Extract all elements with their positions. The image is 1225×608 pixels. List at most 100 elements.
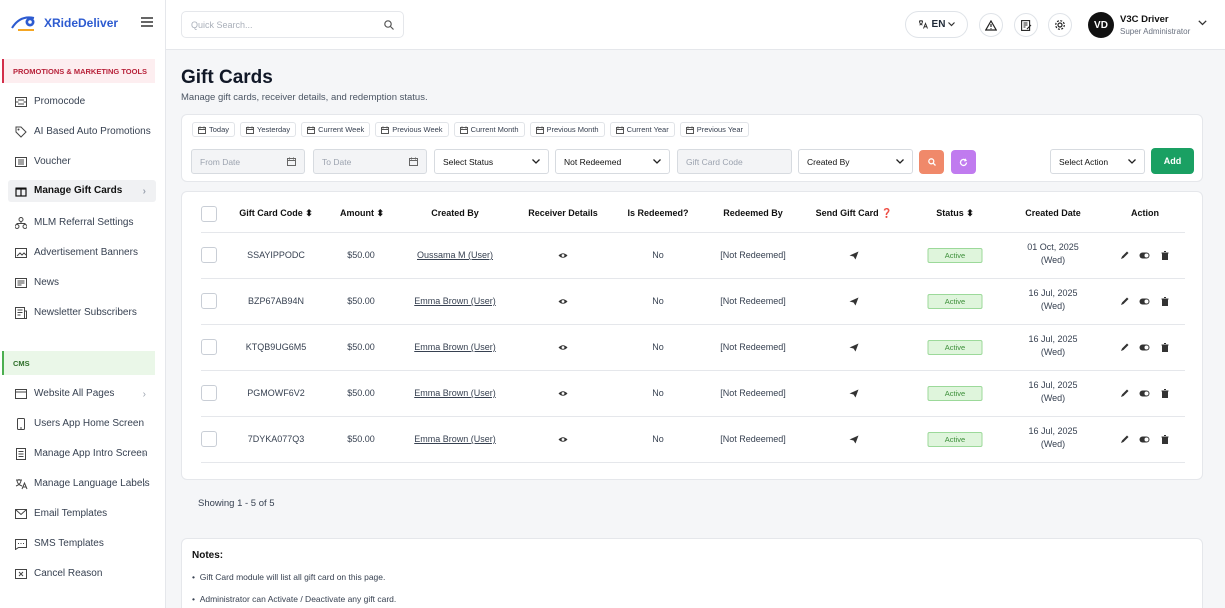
- sidebar-item-language-labels[interactable]: Manage Language Labels ›: [8, 473, 156, 495]
- row-checkbox[interactable]: [201, 293, 217, 309]
- menu-toggle-icon[interactable]: [141, 17, 153, 27]
- period-previous-week-button[interactable]: Previous Week: [375, 122, 449, 137]
- trash-icon[interactable]: [1161, 389, 1169, 398]
- edit-icon[interactable]: [1120, 343, 1129, 352]
- cancel-box-icon: [8, 569, 34, 579]
- trash-icon[interactable]: [1161, 251, 1169, 260]
- select-all-checkbox[interactable]: [201, 206, 217, 222]
- toggle-icon[interactable]: [1139, 252, 1150, 259]
- row-checkbox[interactable]: [201, 431, 217, 447]
- redeemed-by: [Not Redeemed]: [720, 388, 786, 398]
- period-previous-year-button[interactable]: Previous Year: [679, 122, 750, 137]
- redeemed-select[interactable]: Not Redeemed: [555, 149, 670, 174]
- toggle-icon[interactable]: [1139, 344, 1150, 351]
- search-input[interactable]: [191, 19, 384, 30]
- alert-button[interactable]: [979, 13, 1003, 37]
- ticket-icon: [8, 97, 34, 107]
- row-checkbox[interactable]: [201, 385, 217, 401]
- amount: $50.00: [347, 434, 375, 444]
- period-current-month-button[interactable]: Current Month: [453, 122, 525, 137]
- search-icon: [927, 158, 936, 166]
- from-date-field[interactable]: From Date: [191, 149, 305, 174]
- period-current-year-button[interactable]: Current Year: [609, 122, 675, 137]
- calendar-icon: [287, 157, 296, 166]
- eye-icon[interactable]: [558, 252, 568, 259]
- settings-button[interactable]: [1048, 13, 1072, 37]
- avatar[interactable]: VD: [1088, 12, 1114, 38]
- created-by-select[interactable]: Created By: [798, 149, 913, 174]
- sidebar-item-mlm-referral[interactable]: MLM Referral Settings: [8, 215, 156, 231]
- column-header-code[interactable]: Gift Card Code ⬍: [239, 208, 313, 219]
- edit-icon[interactable]: [1120, 389, 1129, 398]
- chevron-down-icon[interactable]: [1198, 20, 1207, 26]
- sort-icon: ⬍: [966, 208, 974, 218]
- column-header-status[interactable]: Status ⬍: [936, 208, 974, 219]
- send-icon[interactable]: [849, 251, 859, 260]
- sidebar-item-ai-promotions[interactable]: AI Based Auto Promotions: [8, 121, 156, 143]
- row-checkbox[interactable]: [201, 247, 217, 263]
- send-icon[interactable]: [849, 435, 859, 444]
- eye-icon[interactable]: [558, 344, 568, 351]
- sidebar-item-news[interactable]: News: [8, 275, 156, 291]
- period-current-week-button[interactable]: Current Week: [301, 122, 371, 137]
- eye-icon[interactable]: [558, 390, 568, 397]
- created-by-link[interactable]: Emma Brown (User): [414, 341, 496, 354]
- toggle-icon[interactable]: [1139, 390, 1150, 397]
- mail-icon: [8, 509, 34, 519]
- created-by-link[interactable]: Emma Brown (User): [414, 295, 496, 308]
- to-date-field[interactable]: To Date: [313, 149, 427, 174]
- sidebar-item-cancel-reason[interactable]: Cancel Reason: [8, 566, 156, 582]
- trash-icon[interactable]: [1161, 297, 1169, 306]
- eye-icon[interactable]: [558, 298, 568, 305]
- redeemed-by: [Not Redeemed]: [720, 296, 786, 306]
- sidebar-item-users-app-home[interactable]: Users App Home Screen: [8, 416, 156, 432]
- search-button[interactable]: [919, 150, 944, 174]
- sidebar-item-newsletter[interactable]: Newsletter Subscribers: [8, 305, 156, 321]
- sidebar-item-promocode[interactable]: Promocode: [8, 94, 156, 110]
- quick-search[interactable]: [181, 11, 404, 38]
- period-yesterday-button[interactable]: Yesterday: [240, 122, 297, 137]
- search-icon[interactable]: [384, 19, 394, 30]
- trash-icon[interactable]: [1161, 343, 1169, 352]
- add-button[interactable]: Add: [1151, 148, 1194, 174]
- sidebar-item-voucher[interactable]: Voucher: [8, 154, 156, 170]
- period-today-button[interactable]: Today: [192, 122, 236, 137]
- bulk-action-select[interactable]: Select Action: [1050, 149, 1145, 174]
- sidebar-item-ad-banners[interactable]: Advertisement Banners: [8, 245, 156, 261]
- edit-icon[interactable]: [1120, 435, 1129, 444]
- sidebar-item-sms-templates[interactable]: SMS Templates: [8, 536, 156, 552]
- period-previous-month-button[interactable]: Previous Month: [529, 122, 605, 137]
- network-icon: [8, 217, 34, 229]
- toggle-icon[interactable]: [1139, 436, 1150, 443]
- edit-icon[interactable]: [1120, 251, 1129, 260]
- send-icon[interactable]: [849, 297, 859, 306]
- sidebar-item-gift-cards[interactable]: Manage Gift Cards ›: [8, 180, 156, 202]
- column-header-redeemed-by: Redeemed By: [723, 208, 783, 218]
- mobile-icon: [8, 418, 34, 430]
- tag-icon: [8, 126, 34, 138]
- created-by-link[interactable]: Oussama M (User): [417, 249, 493, 262]
- toggle-icon[interactable]: [1139, 298, 1150, 305]
- reset-button[interactable]: [951, 150, 976, 174]
- eye-icon[interactable]: [558, 436, 568, 443]
- topbar: EN VD V3C Driver Super Administrator: [166, 0, 1225, 50]
- row-checkbox[interactable]: [201, 339, 217, 355]
- notes-button[interactable]: [1014, 13, 1038, 37]
- voucher-icon: [8, 157, 34, 167]
- column-header-amount[interactable]: Amount ⬍: [340, 208, 384, 219]
- edit-icon[interactable]: [1120, 297, 1129, 306]
- trash-icon[interactable]: [1161, 435, 1169, 444]
- brand-logo[interactable]: XRideDeliver: [10, 13, 118, 33]
- gift-card-code-input[interactable]: Gift Card Code: [677, 149, 792, 174]
- status-select[interactable]: Select Status: [434, 149, 549, 174]
- amount: $50.00: [347, 388, 375, 398]
- user-name[interactable]: V3C Driver: [1120, 14, 1169, 25]
- sidebar-item-website-pages[interactable]: Website All Pages ›: [8, 386, 156, 402]
- created-by-link[interactable]: Emma Brown (User): [414, 433, 496, 446]
- sidebar-item-app-intro[interactable]: Manage App Intro Screen ›: [8, 443, 156, 465]
- send-icon[interactable]: [849, 389, 859, 398]
- sidebar-item-email-templates[interactable]: Email Templates: [8, 506, 156, 522]
- send-icon[interactable]: [849, 343, 859, 352]
- language-selector[interactable]: EN: [905, 11, 968, 38]
- created-by-link[interactable]: Emma Brown (User): [414, 387, 496, 400]
